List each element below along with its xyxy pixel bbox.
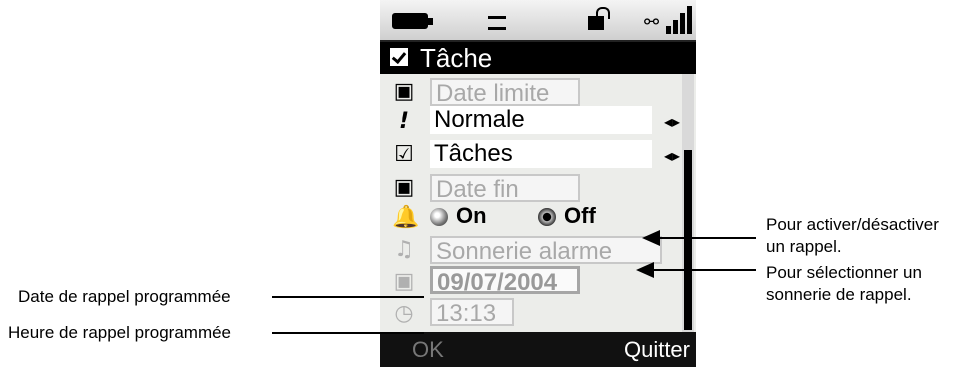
ringtone-field[interactable]: Sonnerie alarme	[430, 236, 662, 264]
reminder-date-note: Date de rappel programmée	[18, 287, 231, 306]
priority-icon: !	[398, 109, 410, 134]
pointer-line	[658, 237, 756, 239]
page-title: Tâche	[420, 43, 493, 73]
reminder-time-field[interactable]: 13:13	[430, 298, 514, 326]
calendar-icon: ▣	[393, 79, 415, 104]
title-bar: Tâche	[380, 42, 696, 74]
softkey-bar: OK Quitter	[380, 332, 696, 367]
reminder-on-radio[interactable]: On	[430, 203, 487, 229]
clock-icon: ◷	[394, 301, 414, 326]
reminder-off-radio[interactable]: Off	[538, 203, 596, 229]
end-date-icon: ▣	[393, 175, 415, 200]
scroll-thumb[interactable]	[684, 150, 692, 330]
ringtone-note-line1: Pour sélectionner un	[766, 263, 922, 282]
signal-icon	[666, 6, 692, 34]
radio-empty-icon	[430, 208, 448, 227]
category-icon: ☑	[394, 142, 414, 167]
network-icon	[488, 16, 506, 30]
radio-selected-icon	[538, 208, 556, 227]
left-right-arrow-icon[interactable]: ◂▸	[664, 146, 680, 165]
lock-icon	[588, 7, 610, 30]
phone-screen: ⚯ Tâche ▣ Date limite ! Normale ◂▸ ☑ Tâc…	[380, 0, 696, 367]
task-check-icon	[390, 48, 408, 66]
ok-softkey[interactable]: OK	[412, 332, 444, 367]
reminder-time-note: Heure de rappel programmée	[8, 323, 232, 342]
battery-icon	[392, 13, 433, 29]
end-date-field[interactable]: Date fin	[430, 174, 580, 202]
priority-field[interactable]: Normale	[430, 106, 652, 134]
toggle-note-line2: un rappel.	[766, 237, 842, 256]
toggle-note-line1: Pour activer/désactiver	[766, 215, 939, 234]
ringtone-note-line2: sonnerie de rappel.	[766, 285, 912, 304]
reminder-date-field[interactable]: 09/07/2004	[430, 266, 580, 294]
quit-softkey[interactable]: Quitter	[624, 332, 690, 367]
pointer-line	[272, 332, 424, 334]
headset-icon: ⚯	[644, 12, 660, 33]
status-bar: ⚯	[380, 0, 696, 42]
date-icon: ▣	[393, 269, 415, 294]
left-right-arrow-icon[interactable]: ◂▸	[664, 112, 680, 131]
pointer-line	[652, 269, 756, 271]
pointer-line	[272, 296, 424, 298]
due-date-field[interactable]: Date limite	[430, 78, 580, 106]
music-note-icon: ♫	[394, 237, 414, 262]
bell-icon: 🔔	[392, 205, 420, 230]
category-field[interactable]: Tâches	[430, 140, 652, 168]
